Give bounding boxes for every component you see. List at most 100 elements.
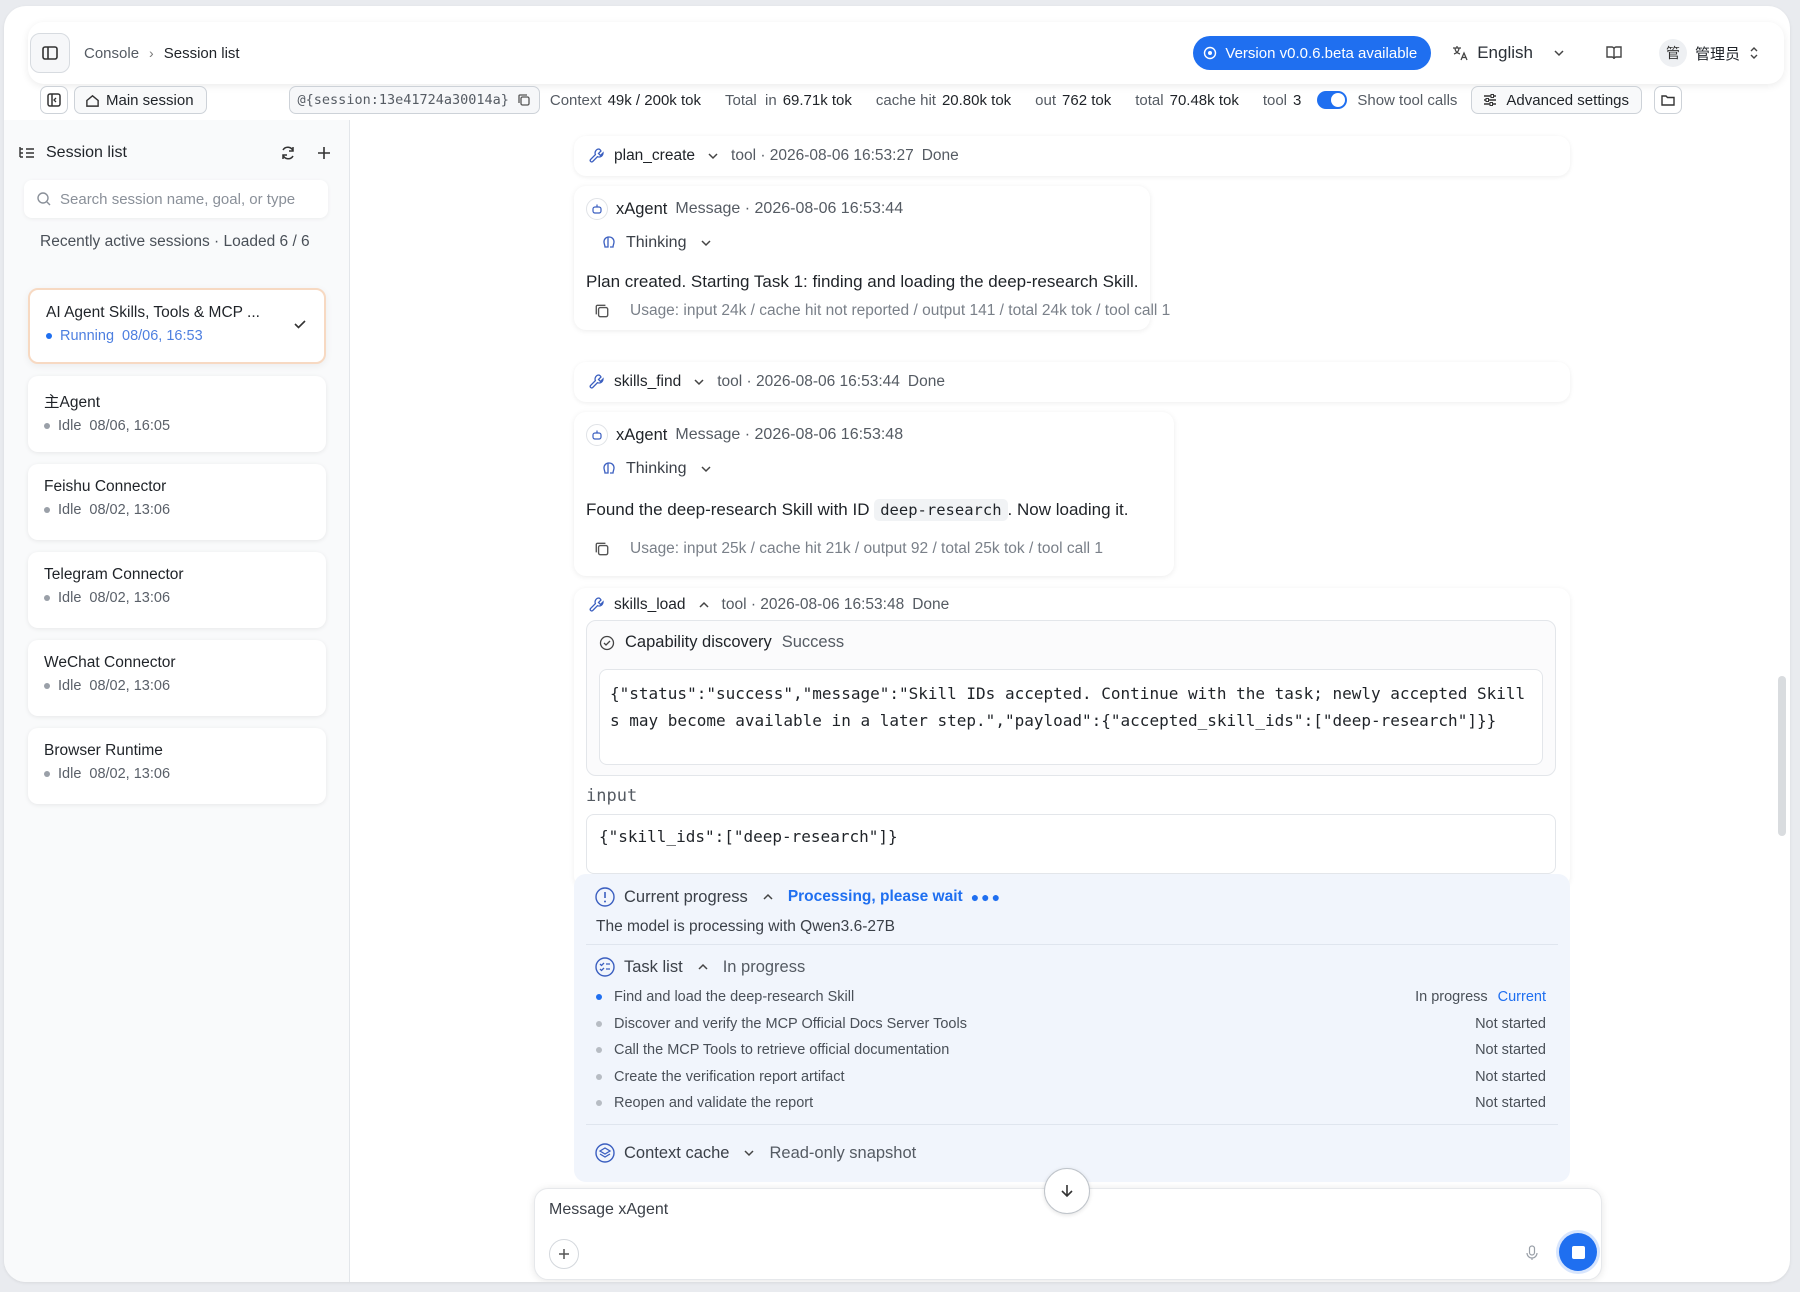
- main-session-button[interactable]: Main session: [74, 86, 207, 114]
- progress-subtitle: The model is processing with Qwen3.6-27B: [596, 918, 895, 935]
- brain-icon: [603, 462, 615, 474]
- capability-header: Capability discovery Success: [599, 633, 844, 652]
- tool-meta: tool · 2026-08-06 16:53:27: [731, 147, 914, 164]
- scrollbar-thumb[interactable]: [1778, 676, 1786, 836]
- session-name: Feishu Connector: [44, 478, 167, 495]
- user-menu[interactable]: 管 管理员: [1658, 39, 1760, 67]
- thinking-toggle[interactable]: Thinking: [600, 460, 712, 478]
- capability-status: Success: [781, 633, 845, 651]
- inline-code: deep-research: [874, 499, 1008, 521]
- status-dot: [44, 423, 50, 429]
- processing-status: Processing, please wait: [787, 888, 963, 905]
- thinking-label: Thinking: [626, 234, 687, 251]
- advanced-settings-label: Advanced settings: [1506, 91, 1629, 109]
- arrow-down-icon: [1061, 1185, 1073, 1198]
- message-input[interactable]: [549, 1201, 1349, 1227]
- sidebar-header: Session list: [18, 144, 333, 162]
- recent-sessions-label: Recently active sessions · Loaded 6 / 6: [40, 233, 310, 250]
- stop-generation-button[interactable]: [1559, 1233, 1597, 1271]
- info-circle-icon: [595, 887, 615, 907]
- chevron-right-icon: ›: [149, 45, 154, 61]
- check-circle-icon: [599, 635, 615, 650]
- session-card[interactable]: Feishu Connector Idle 08/02, 13:06: [28, 464, 326, 540]
- task-item: Find and load the deep-research Skill In …: [596, 984, 1546, 1011]
- session-search-input[interactable]: [60, 190, 320, 208]
- copy-icon[interactable]: [594, 541, 610, 557]
- session-card[interactable]: Telegram Connector Idle 08/02, 13:06: [28, 552, 326, 628]
- docs-book-icon[interactable]: [1605, 44, 1623, 62]
- chevron-down-icon[interactable]: [693, 376, 705, 388]
- wrench-icon: [589, 148, 604, 163]
- thinking-toggle[interactable]: Thinking: [600, 234, 712, 252]
- chevron-down-icon[interactable]: [707, 150, 719, 162]
- session-card[interactable]: AI Agent Skills, Tools & MCP ... Running…: [28, 288, 326, 364]
- wrench-icon: [589, 374, 604, 389]
- context-cache-title: Context cache: [624, 1143, 730, 1162]
- language-label: English: [1477, 43, 1533, 62]
- version-label: Version v0.0.6.beta available: [1225, 44, 1418, 62]
- chevron-up-icon[interactable]: [698, 599, 710, 611]
- context-cache-header[interactable]: Context cache Read-only snapshot: [594, 1142, 916, 1164]
- task-list-header[interactable]: Task list In progress: [594, 956, 805, 978]
- list-tree-icon: [19, 147, 34, 158]
- task-list-icon: [595, 957, 615, 977]
- update-icon: [1204, 46, 1217, 60]
- show-tool-calls-toggle[interactable]: [1317, 91, 1348, 109]
- session-name: 主Agent: [44, 394, 101, 411]
- input-label: input: [586, 786, 638, 806]
- message-meta: Message · 2026-08-06 16:53:44: [675, 200, 904, 217]
- session-meta: Idle 08/02, 13:06: [44, 502, 310, 518]
- version-available-button[interactable]: Version v0.0.6.beta available: [1193, 36, 1432, 70]
- user-name: 管理员: [1694, 45, 1740, 63]
- message-header: xAgent Message · 2026-08-06 16:53:48: [586, 424, 903, 446]
- progress-panel: Current progress Processing, please wait…: [574, 874, 1570, 1182]
- microphone-icon[interactable]: [1525, 1245, 1539, 1261]
- refresh-icon[interactable]: [279, 144, 297, 162]
- status-dot: [46, 333, 52, 339]
- session-time: 08/06, 16:05: [89, 418, 171, 434]
- session-name: Telegram Connector: [44, 566, 184, 583]
- tool-call-row[interactable]: skills_find tool · 2026-08-06 16:53:44 D…: [574, 362, 1570, 402]
- tool-call-row[interactable]: skills_load tool · 2026-08-06 16:53:48 D…: [588, 596, 949, 614]
- translate-icon: [1453, 46, 1468, 61]
- breadcrumb-console[interactable]: Console: [84, 45, 139, 62]
- session-name: AI Agent Skills, Tools & MCP ...: [46, 304, 260, 321]
- language-selector[interactable]: English: [1451, 43, 1565, 63]
- session-time: 08/06, 16:53: [122, 328, 203, 344]
- avatar: 管: [1658, 39, 1687, 67]
- tool-call-row[interactable]: plan_create tool · 2026-08-06 16:53:27 D…: [574, 136, 1570, 176]
- advanced-settings-button[interactable]: Advanced settings: [1471, 86, 1642, 114]
- attach-button[interactable]: [549, 1239, 579, 1269]
- status-dot: [44, 595, 50, 601]
- session-card[interactable]: 主Agent Idle 08/06, 16:05: [28, 376, 326, 452]
- session-card[interactable]: WeChat Connector Idle 08/02, 13:06: [28, 640, 326, 716]
- session-sidebar: Session list Recently active sessions · …: [4, 120, 350, 1282]
- task-item: Reopen and validate the report Not starte…: [596, 1090, 1546, 1117]
- scroll-to-bottom-button[interactable]: [1044, 1168, 1090, 1214]
- copy-icon[interactable]: [594, 303, 610, 319]
- chevron-down-icon: [701, 466, 712, 473]
- sidebar-title: Session list: [46, 144, 127, 161]
- sidebar-toggle-button[interactable]: [30, 33, 70, 73]
- usage-line: Usage: input 25k / cache hit 21k / outpu…: [594, 540, 1103, 558]
- agent-message: xAgent Message · 2026-08-06 16:53:48 Thi…: [574, 412, 1174, 576]
- task-bullet: [596, 994, 602, 1001]
- progress-header[interactable]: Current progress Processing, please wait…: [594, 886, 1002, 908]
- add-session-icon[interactable]: [315, 144, 333, 162]
- session-card[interactable]: Browser Runtime Idle 08/02, 13:06: [28, 728, 326, 804]
- session-id-chip[interactable]: @{session:13e41724a30014a}: [288, 86, 540, 114]
- session-id: @{session:13e41724a30014a}: [297, 92, 509, 108]
- check-icon: [294, 320, 306, 329]
- copy-icon[interactable]: [517, 93, 531, 107]
- files-button[interactable]: [1654, 86, 1682, 114]
- session-name: WeChat Connector: [44, 654, 176, 671]
- session-meta: Idle 08/06, 16:05: [44, 418, 310, 434]
- panel-left-icon: [47, 93, 61, 107]
- usage-text: Usage: input 24k / cache hit not reporte…: [630, 302, 1171, 319]
- collapse-panel-button[interactable]: [40, 86, 68, 114]
- agent-icon: [586, 198, 608, 220]
- tool-state: Done: [921, 147, 959, 164]
- session-name: Browser Runtime: [44, 742, 163, 759]
- task-item: Call the MCP Tools to retrieve official …: [596, 1037, 1546, 1064]
- message-text: Found the deep-research Skill with ID de…: [586, 499, 1129, 521]
